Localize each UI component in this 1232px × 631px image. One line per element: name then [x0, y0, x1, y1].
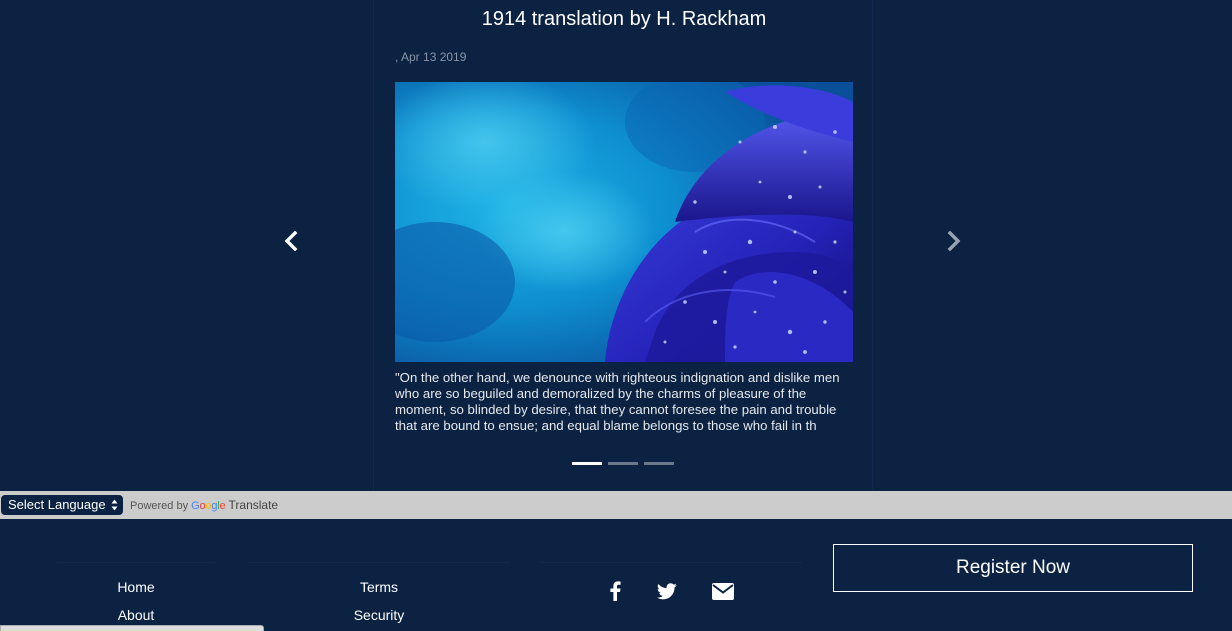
blue-rose-photo[interactable]: [395, 82, 853, 362]
language-select-label: Select Language: [8, 497, 106, 512]
google-logo: Google: [191, 500, 225, 512]
footer-link-security[interactable]: Security: [248, 607, 510, 623]
facebook-icon: [610, 581, 621, 601]
footer-nav-secondary: Terms Security: [248, 562, 510, 631]
post-carousel: 1914 translation by H. Rackham , Apr 13 …: [0, 0, 1232, 490]
footer-link-home[interactable]: Home: [57, 579, 215, 595]
post-title: 1914 translation by H. Rackham: [481, 8, 767, 30]
register-now-button[interactable]: Register Now: [833, 544, 1193, 592]
powered-by-label: Powered by: [130, 500, 189, 512]
envelope-icon: [712, 582, 734, 600]
translate-bar: Select Language Powered by Google Transl…: [0, 491, 1232, 519]
carousel-slide: 1914 translation by H. Rackham , Apr 13 …: [373, 0, 873, 490]
footer-link-terms[interactable]: Terms: [248, 579, 510, 595]
chevron-left-icon: [284, 231, 298, 251]
chevron-right-icon: [947, 231, 961, 251]
page: 1914 translation by H. Rackham , Apr 13 …: [0, 0, 1232, 631]
carousel-indicator-3[interactable]: [644, 462, 674, 465]
facebook-link[interactable]: [603, 579, 627, 603]
site-footer: Home About Terms Security Register Now: [0, 519, 1232, 631]
email-link[interactable]: [711, 579, 735, 603]
google-logo-letter: G: [191, 500, 200, 512]
twitter-icon: [657, 582, 677, 599]
carousel-prev-button[interactable]: [276, 226, 306, 256]
twitter-link[interactable]: [655, 579, 679, 603]
updown-arrows-icon: [111, 499, 118, 511]
powered-by-google: Powered by Google Translate: [130, 498, 278, 512]
link-status-tooltip: [0, 625, 264, 631]
google-logo-letter: e: [219, 500, 226, 512]
post-date: , Apr 13 2019: [395, 50, 467, 64]
carousel-indicator-1[interactable]: [572, 462, 602, 465]
hero-image: [395, 82, 853, 362]
footer-link-about[interactable]: About: [57, 607, 215, 623]
translate-link[interactable]: Translate: [229, 498, 279, 512]
carousel-indicator-2[interactable]: [608, 462, 638, 465]
post-excerpt: "On the other hand, we denounce with rig…: [395, 370, 840, 433]
language-select[interactable]: Select Language: [1, 495, 123, 515]
carousel-next-button[interactable]: [939, 226, 969, 256]
footer-nav-primary: Home About: [57, 562, 215, 631]
